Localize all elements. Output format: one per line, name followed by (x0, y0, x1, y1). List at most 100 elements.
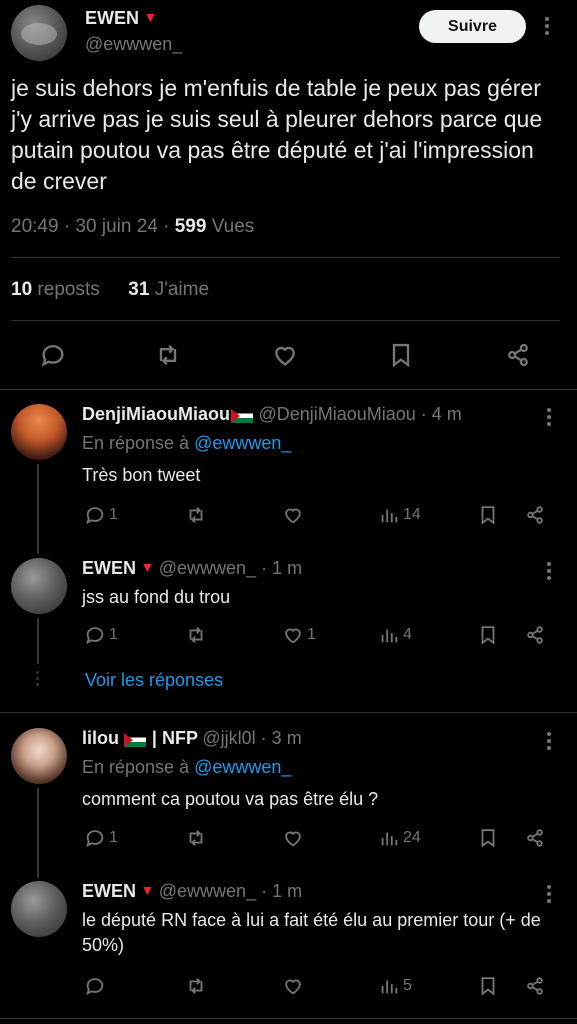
repost-action[interactable] (185, 827, 207, 849)
like-action[interactable] (282, 504, 304, 526)
views-count: 5 (403, 977, 412, 994)
share-action[interactable] (524, 504, 546, 526)
views-label: Vues (206, 216, 255, 237)
follow-button[interactable]: Suivre (419, 10, 526, 43)
bookmark-icon (481, 829, 495, 848)
more-icon[interactable] (540, 405, 558, 429)
tweet-text: je suis dehors je m'enfuis de table je p… (11, 75, 543, 194)
share-action[interactable] (524, 827, 546, 849)
like-icon (285, 628, 301, 644)
avatar[interactable] (11, 728, 67, 784)
views-action[interactable]: 24 (378, 827, 421, 849)
avatar[interactable] (11, 881, 67, 937)
bookmark-action[interactable] (477, 624, 499, 646)
triangle-icon: ▼ (143, 9, 158, 25)
author-avatar[interactable] (11, 5, 67, 61)
reposts-count: 10 (11, 279, 33, 300)
reposts-label: reposts (32, 279, 100, 300)
palestine-flag-icon (231, 408, 253, 423)
tweet-stats: 10 reposts 31 J'aime (11, 279, 209, 301)
bookmark-action[interactable] (477, 504, 499, 526)
bookmark-action[interactable] (477, 975, 499, 997)
in-reply-handle[interactable]: @ewwwen_ (194, 433, 291, 453)
reply-count: 1 (109, 829, 118, 846)
like-icon (285, 979, 301, 995)
views-action[interactable]: 4 (378, 624, 412, 646)
reply-author-name[interactable]: DenjiMiaouMiaou (82, 404, 230, 424)
reply-header: DenjiMiaouMiaou @DenjiMiaouMiaou · 4 m (82, 404, 462, 425)
reply-handle-time[interactable]: @DenjiMiaouMiaou · 4 m (258, 404, 461, 424)
bookmark-icon (481, 506, 495, 525)
reposts-stat[interactable]: 10 reposts (11, 279, 100, 300)
repost-action[interactable] (185, 624, 207, 646)
tweet-time[interactable]: 20:49 · 30 juin 24 · (11, 216, 175, 237)
avatar[interactable] (11, 558, 67, 614)
reply-icon (86, 978, 104, 996)
reply-action[interactable]: 1 (84, 504, 118, 526)
share-icon (527, 506, 543, 524)
more-icon[interactable] (540, 882, 558, 906)
reply-author-suffix[interactable]: | NFP (152, 728, 198, 748)
repost-action[interactable] (185, 504, 207, 526)
triangle-icon: ▼ (140, 559, 155, 575)
reply-icon[interactable] (38, 340, 68, 370)
reply-action[interactable] (84, 975, 106, 997)
share-icon (527, 829, 543, 847)
views-icon (381, 629, 398, 643)
views-action[interactable]: 5 (378, 975, 412, 997)
views-icon (381, 832, 398, 846)
reply-text: le député RN face à lui a fait été élu a… (82, 910, 541, 955)
thread-dots (36, 671, 39, 686)
author-name[interactable]: EWEN (85, 8, 139, 28)
thread-line (37, 788, 39, 878)
bookmark-icon (481, 977, 495, 996)
reply-header: EWEN ▼ @ewwwen_ · 1 m (82, 558, 302, 579)
likes-stat[interactable]: 31 J'aime (128, 279, 209, 300)
reply-author-name[interactable]: EWEN (82, 881, 136, 901)
reply-header: EWEN ▼ @ewwwen_ · 1 m (82, 881, 302, 902)
bookmark-icon[interactable] (386, 340, 416, 370)
views-count: 14 (403, 506, 421, 523)
divider (0, 1018, 577, 1019)
like-action[interactable] (282, 975, 304, 997)
share-icon[interactable] (503, 340, 533, 370)
reply-icon (86, 507, 104, 525)
triangle-icon: ▼ (140, 882, 155, 898)
in-reply-to: En réponse à @ewwwen_ (82, 433, 291, 454)
bookmark-icon (481, 626, 495, 645)
share-action[interactable] (524, 975, 546, 997)
like-action[interactable] (282, 827, 304, 849)
reply-handle-time[interactable]: @ewwwen_ · 1 m (159, 558, 302, 578)
more-icon[interactable] (540, 729, 558, 753)
in-reply-handle[interactable]: @ewwwen_ (194, 757, 291, 777)
reply-action[interactable]: 1 (84, 624, 118, 646)
show-replies-link[interactable]: Voir les réponses (85, 670, 223, 691)
views-action[interactable]: 14 (378, 504, 421, 526)
author-handle[interactable]: @ewwwen_ (85, 34, 182, 55)
like-icon[interactable] (270, 340, 300, 370)
views-icon (381, 980, 398, 994)
share-action[interactable] (524, 624, 546, 646)
author-name-row[interactable]: EWEN ▼ (85, 8, 157, 29)
reply-action[interactable]: 1 (84, 827, 118, 849)
reply-handle-time[interactable]: @jjkl0l · 3 m (202, 728, 301, 748)
share-icon (527, 626, 543, 644)
repost-icon[interactable] (153, 340, 183, 370)
more-icon[interactable] (538, 14, 556, 38)
reply-author-name[interactable]: EWEN (82, 558, 136, 578)
in-reply-prefix: En réponse à (82, 433, 195, 453)
repost-icon (189, 507, 203, 523)
more-icon[interactable] (540, 559, 558, 583)
reply-handle-time[interactable]: @ewwwen_ · 1 m (159, 881, 302, 901)
likes-count: 31 (128, 279, 150, 300)
reply-text: Très bon tweet (82, 465, 201, 485)
bookmark-action[interactable] (477, 827, 499, 849)
thread-line (37, 464, 39, 554)
views-count: 24 (403, 829, 421, 846)
repost-action[interactable] (185, 975, 207, 997)
reply-author-name[interactable]: lilou (82, 728, 119, 748)
avatar[interactable] (11, 404, 67, 460)
like-action[interactable]: 1 (282, 624, 316, 646)
repost-icon (189, 830, 203, 846)
views-icon (381, 509, 398, 523)
